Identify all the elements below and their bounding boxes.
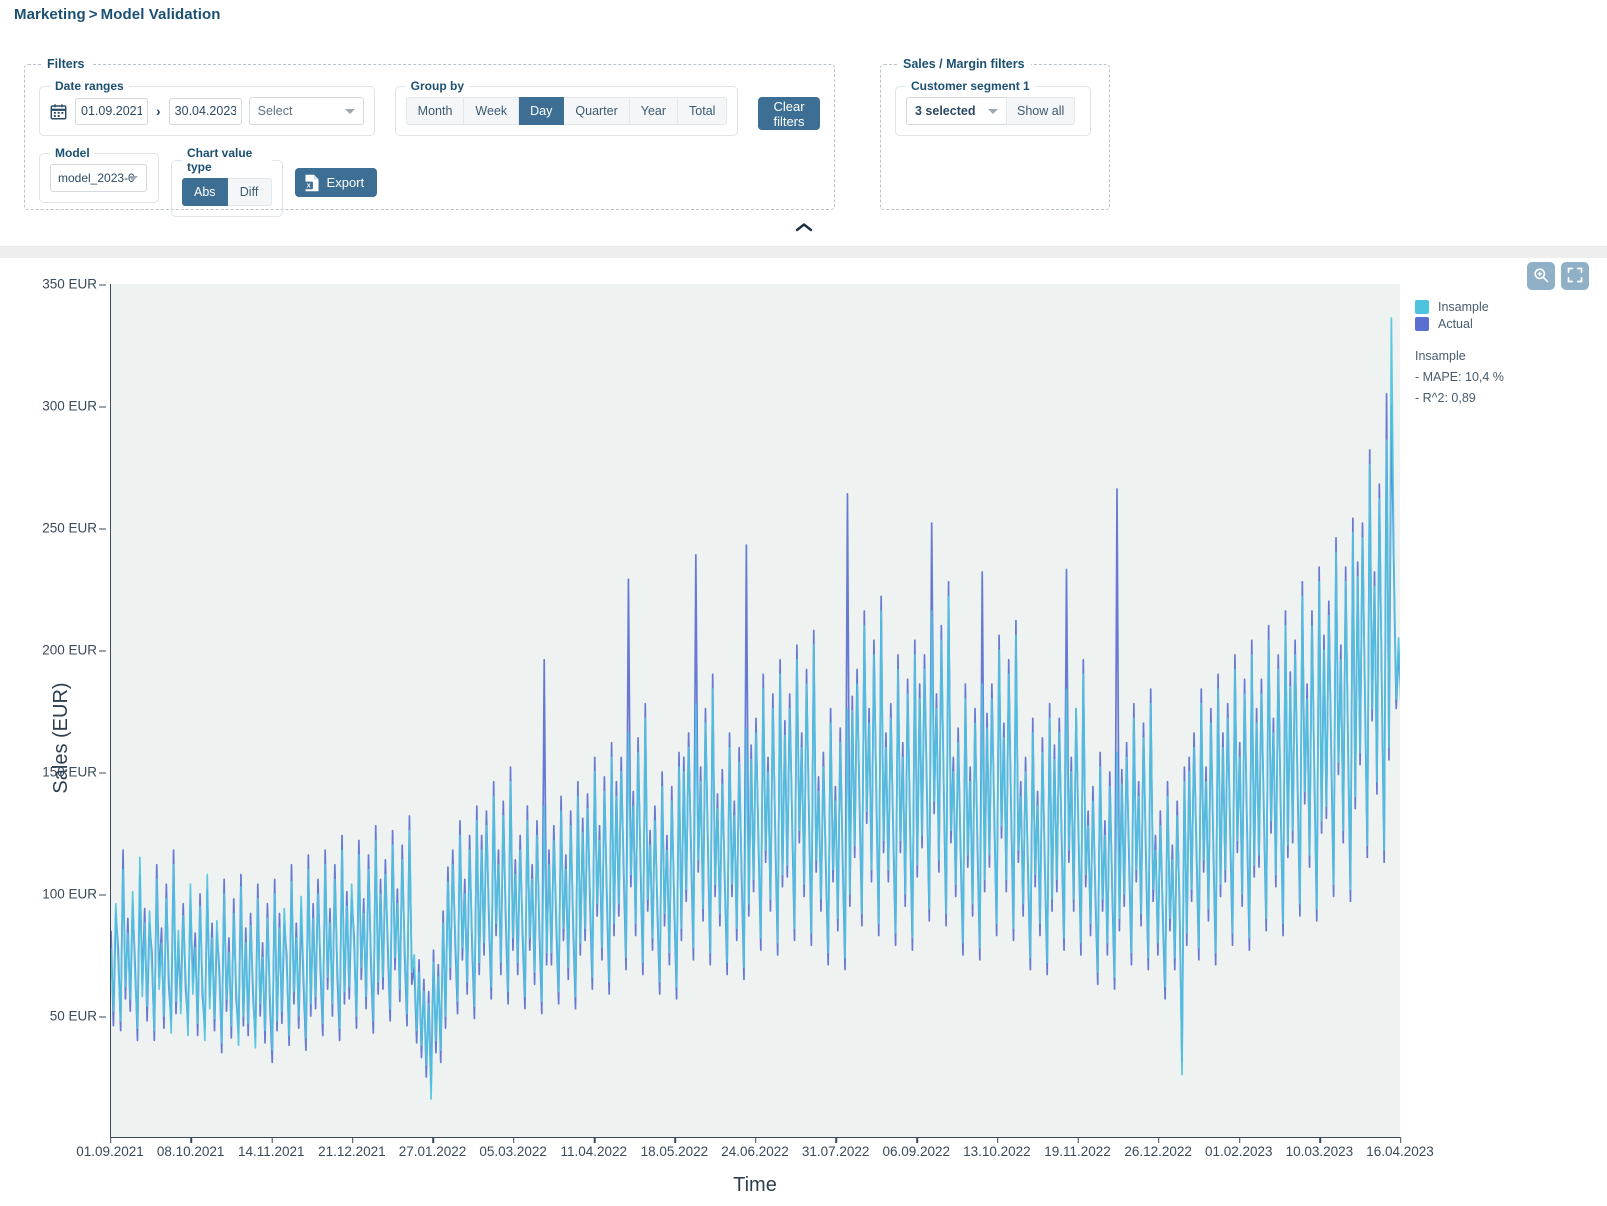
x-tick-label: 10.03.2023	[1285, 1137, 1354, 1159]
chart-toolbar	[1527, 262, 1589, 290]
x-tick-label: 21.12.2021	[318, 1137, 386, 1159]
customer-segment-1-value: 3 selected	[915, 104, 976, 118]
legend-item-actual[interactable]: Actual	[1415, 317, 1600, 331]
legend-swatch-insample	[1415, 300, 1429, 314]
customer-segment-1-label: Customer segment 1	[911, 79, 1030, 93]
x-tick-label: 01.09.2021	[76, 1137, 144, 1159]
chevron-down-icon	[128, 176, 138, 181]
customer-segment-1-group: Customer segment 1 3 selected Show all	[895, 79, 1091, 136]
clear-filters-button[interactable]: Clear filters	[758, 97, 820, 130]
filters-legend: Filters	[47, 57, 85, 71]
date-preset-select[interactable]: Select	[248, 97, 364, 125]
x-tick-label: 11.04.2022	[560, 1137, 628, 1159]
x-axis-ticks: 01.09.2021 08.10.2021 14.11.2021 21.12.2021…	[76, 1137, 1434, 1168]
chevron-down-icon	[344, 109, 355, 114]
y-tick-label: 350 EUR	[42, 276, 106, 292]
y-tick-label: 150 EUR	[42, 764, 106, 780]
breadcrumb: Marketing > Model Validation	[0, 0, 1607, 23]
x-tick-label: 13.10.2022	[963, 1137, 1031, 1159]
x-tick-label: 27.01.2022	[398, 1137, 467, 1159]
model-stats-title: Insample	[1415, 349, 1466, 363]
x-tick-label: 26.12.2022	[1124, 1137, 1192, 1159]
chevron-down-icon	[988, 109, 998, 114]
section-divider	[0, 247, 1607, 258]
filter-bar: Filters Date ranges 01.09.2021 › 30.04.2…	[0, 23, 1607, 247]
breadcrumb-root[interactable]: Marketing	[14, 6, 86, 23]
group-by-group: Group by Month Week Day Quarter Year Tot…	[394, 79, 739, 136]
x-tick-label: 01.02.2023	[1204, 1137, 1273, 1159]
chart-panel: Sales (EUR) 50 EUR 100 EUR 150 EUR 200 EUR 2…	[0, 258, 1607, 1206]
chart-legend: Insample Actual Insample - MAPE: 10,4 % …	[1415, 300, 1600, 408]
chart-value-type-segmented: Abs Diff	[182, 178, 272, 206]
collapse-filters-toggle[interactable]	[0, 222, 1607, 233]
svg-text:x: x	[306, 182, 310, 189]
x-tick-label: 31.07.2022	[801, 1137, 870, 1159]
customer-segment-1-select[interactable]: 3 selected	[906, 97, 1006, 125]
x-tick-label: 19.11.2022	[1044, 1137, 1111, 1159]
model-label: Model	[55, 146, 90, 160]
filters-panel: Filters Date ranges 01.09.2021 › 30.04.2…	[24, 57, 835, 217]
legend-item-insample[interactable]: Insample	[1415, 300, 1600, 314]
group-by-option-day[interactable]: Day	[519, 97, 565, 125]
x-tick-label: 05.03.2022	[479, 1137, 547, 1159]
date-from-input[interactable]	[75, 97, 148, 125]
date-ranges-label: Date ranges	[55, 79, 124, 93]
zoom-in-button[interactable]	[1527, 262, 1555, 290]
chart-value-type-label: Chart value type	[187, 146, 253, 174]
group-by-segmented: Month Week Day Quarter Year Total	[405, 97, 728, 125]
x-axis-label: Time	[733, 1174, 777, 1196]
group-by-option-total[interactable]: Total	[678, 97, 728, 125]
legend-label-insample: Insample	[1438, 300, 1489, 314]
group-by-option-year[interactable]: Year	[629, 97, 679, 125]
group-by-label: Group by	[410, 79, 465, 93]
group-by-option-week[interactable]: Week	[464, 97, 520, 125]
export-label: Export	[326, 175, 365, 190]
date-ranges-group: Date ranges 01.09.2021 › 30.04.2023 Sele…	[39, 79, 375, 136]
x-tick-label: 18.05.2022	[640, 1137, 709, 1159]
chart-value-type-option-abs[interactable]: Abs	[182, 178, 228, 206]
x-tick-label: 24.06.2022	[721, 1137, 789, 1159]
x-tick-label: 08.10.2021	[156, 1137, 225, 1159]
plot-area	[110, 284, 1400, 1138]
model-stat-r2: - R^2: 0,89	[1415, 390, 1476, 405]
show-all-button[interactable]: Show all	[1006, 97, 1076, 125]
chart-value-type-option-diff[interactable]: Diff	[227, 178, 272, 206]
date-to-input[interactable]	[168, 97, 242, 125]
breadcrumb-current: Model Validation	[100, 6, 221, 23]
y-axis-ticks: 50 EUR 100 EUR 150 EUR 200 EUR 250 EUR 300 EU…	[0, 258, 110, 1164]
model-stats: Insample - MAPE: 10,4 % - R^2: 0,89	[1415, 346, 1600, 408]
zoom-in-icon	[1533, 267, 1549, 286]
series-line-insample	[111, 317, 1400, 1100]
chart-value-type-group: Chart value type Abs Diff	[171, 146, 283, 217]
chevron-up-icon	[795, 222, 813, 233]
legend-swatch-actual	[1415, 317, 1429, 331]
group-by-option-quarter[interactable]: Quarter	[564, 97, 630, 125]
sales-margin-filters-legend: Sales / Margin filters	[903, 57, 1025, 71]
model-stat-mape: - MAPE: 10,4 %	[1415, 370, 1504, 385]
excel-file-icon: x	[304, 174, 320, 192]
y-tick-label: 200 EUR	[42, 642, 106, 658]
fullscreen-button[interactable]	[1561, 262, 1589, 290]
export-button[interactable]: x Export	[294, 168, 378, 197]
sales-margin-filters-panel: Sales / Margin filters Customer segment …	[880, 57, 1110, 210]
model-select[interactable]: model_2023-0	[50, 164, 147, 192]
model-group: Model model_2023-0	[39, 146, 159, 203]
breadcrumb-separator: >	[88, 6, 98, 23]
y-tick-label: 250 EUR	[42, 520, 106, 536]
model-value: model_2023-0	[58, 171, 135, 185]
y-tick-label: 300 EUR	[42, 398, 106, 414]
y-tick-label: 50 EUR	[49, 1008, 107, 1024]
group-by-option-month[interactable]: Month	[405, 97, 465, 125]
date-range-arrow-icon: ›	[156, 103, 161, 119]
x-tick-label: 14.11.2021	[237, 1137, 305, 1159]
x-tick-label: 16.04.2023	[1366, 1137, 1434, 1159]
date-preset-value: Select	[257, 104, 293, 118]
x-tick-label: 06.09.2022	[882, 1137, 951, 1159]
fullscreen-icon	[1567, 267, 1583, 286]
series-lines	[111, 317, 1400, 1100]
calendar-icon[interactable]	[50, 103, 67, 120]
legend-label-actual: Actual	[1438, 317, 1473, 331]
y-tick-label: 100 EUR	[42, 886, 106, 902]
